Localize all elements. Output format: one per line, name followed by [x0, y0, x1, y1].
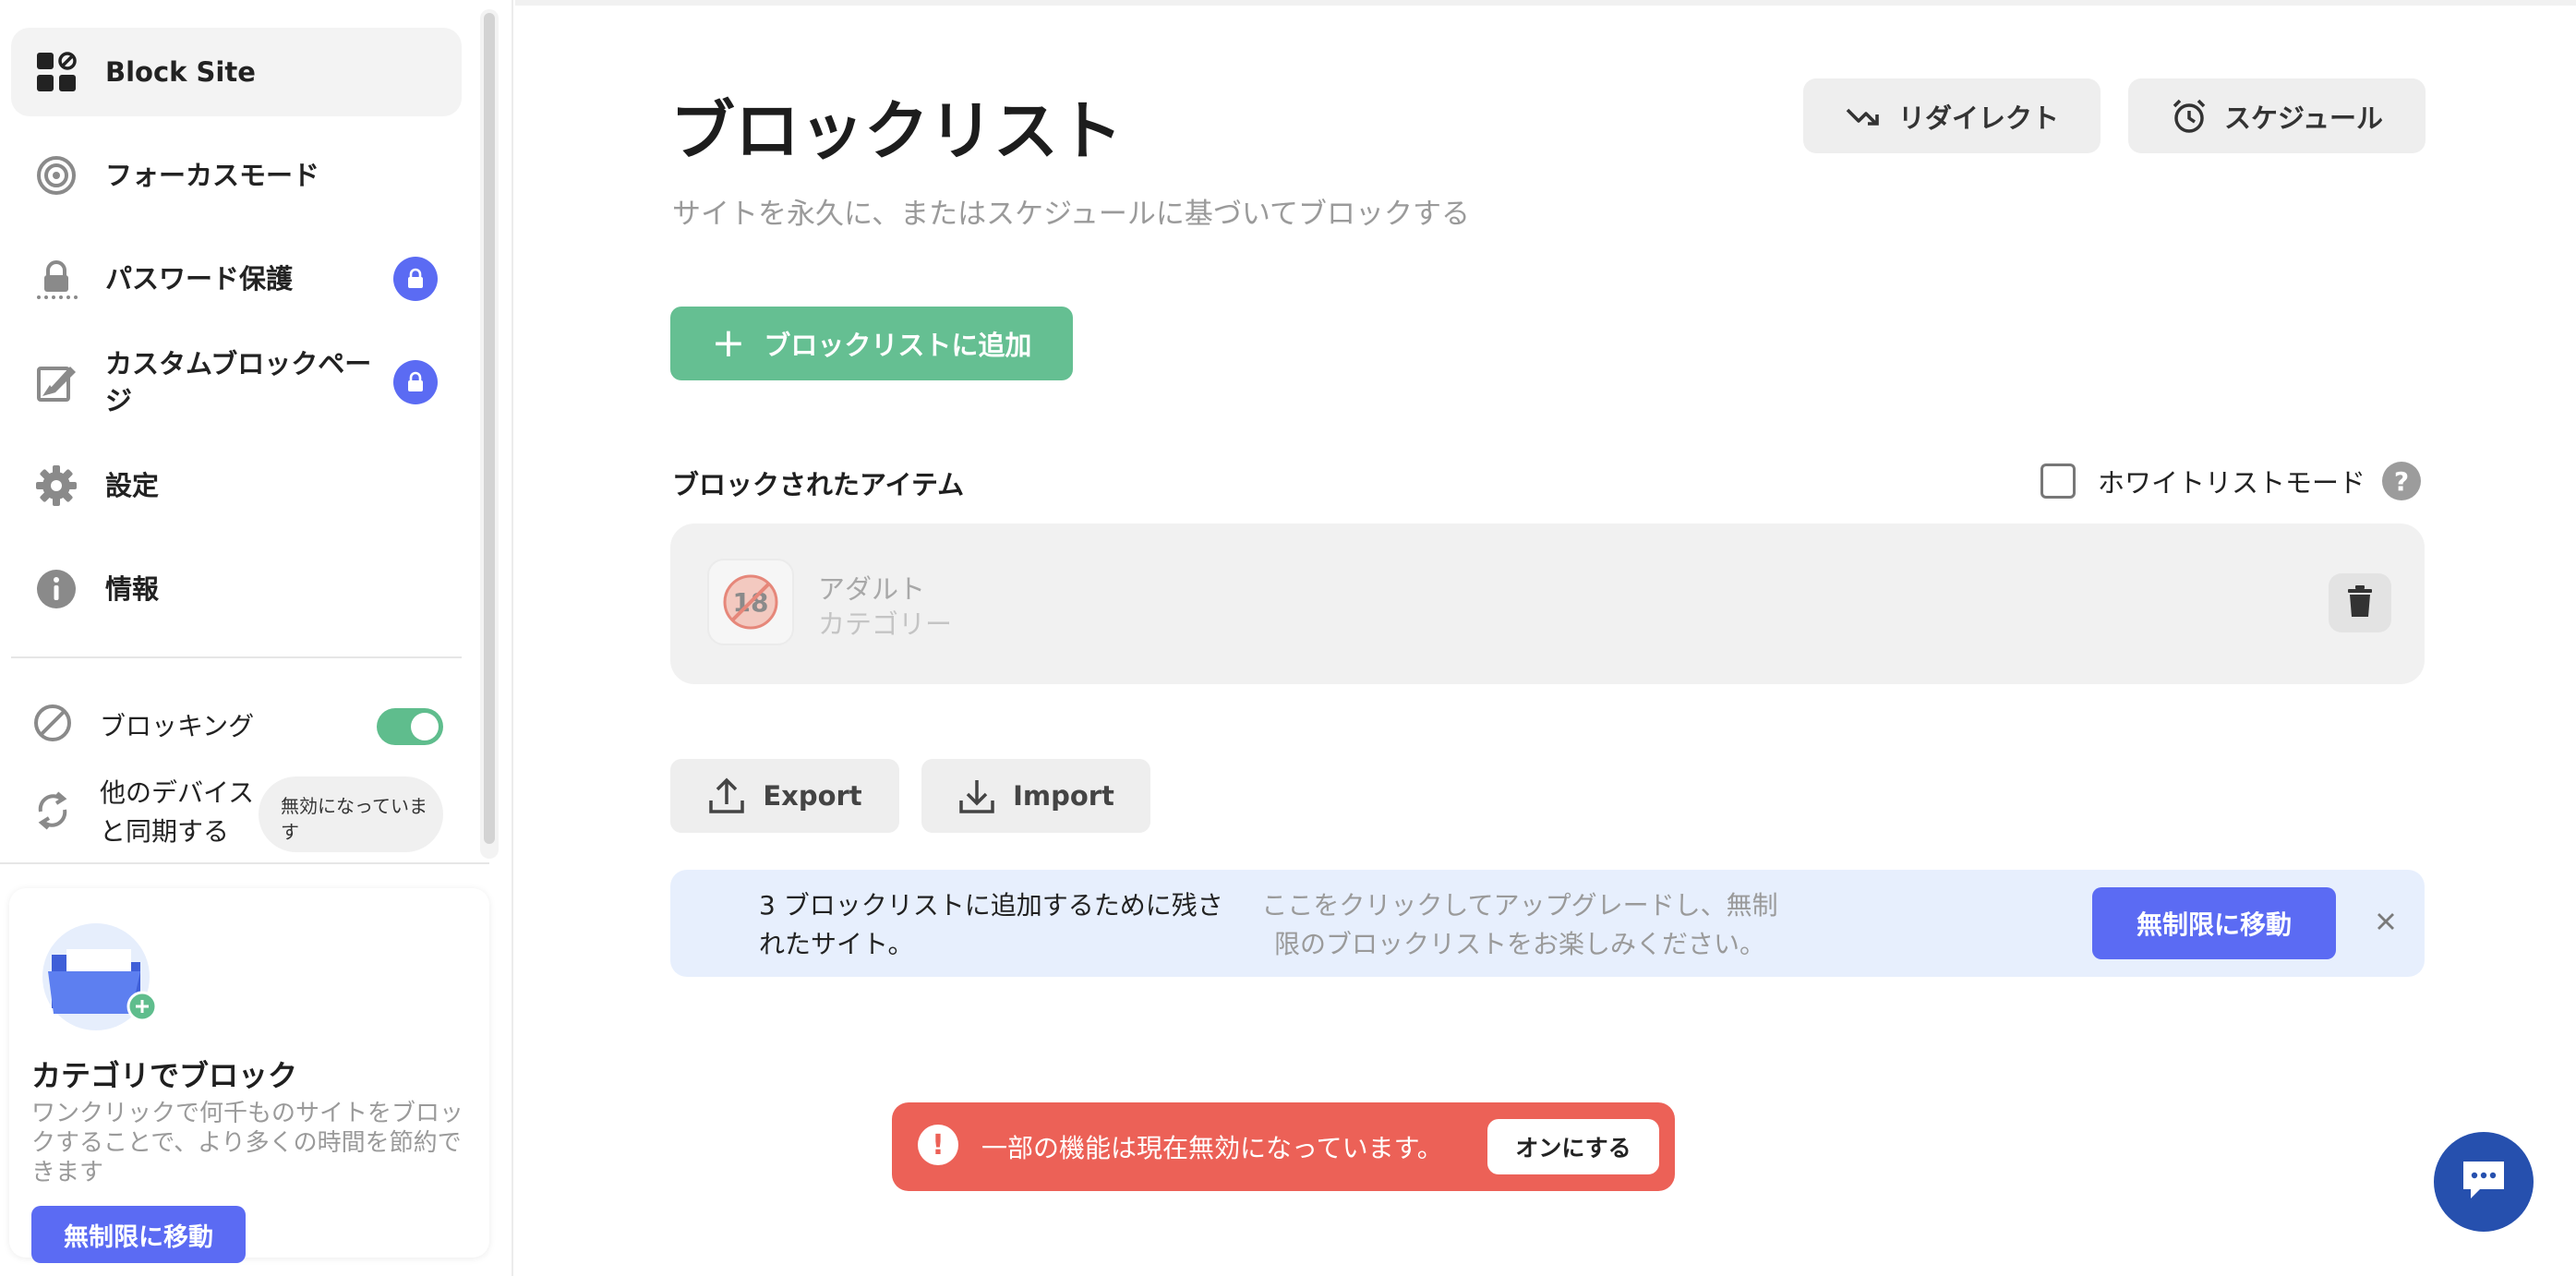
sidebar-item-label: 情報	[105, 573, 160, 605]
alarm-clock-icon	[2171, 98, 2208, 135]
info-icon	[35, 568, 78, 610]
banner-upgrade-button[interactable]: 無制限に移動	[2092, 887, 2336, 959]
sidebar-item-block-site[interactable]: Block Site	[11, 28, 462, 116]
toggle-knob	[411, 713, 439, 740]
plus-icon: +	[711, 319, 746, 367]
blocked-item-card: 18 アダルト カテゴリー	[670, 524, 2425, 684]
sidebar-item-label: Block Site	[105, 56, 256, 88]
gear-icon	[35, 464, 78, 507]
add-to-blocklist-label: ブロックリストに追加	[764, 330, 1032, 361]
whitelist-mode-checkbox[interactable]	[2040, 463, 2076, 499]
upgrade-prompt-text[interactable]: ここをクリックしてアップグレードし、無制限のブロックリストをお楽しみください。	[1252, 886, 1788, 964]
whitelist-mode-label: ホワイトリストモード	[2098, 467, 2366, 499]
trash-icon	[2346, 584, 2374, 621]
sidebar-item-label: パスワード保護	[105, 263, 294, 295]
sync-icon	[33, 789, 72, 836]
promo-upgrade-button[interactable]: 無制限に移動	[31, 1206, 246, 1263]
import-label: Import	[1013, 780, 1114, 812]
sync-row: 他のデバイスと同期する 無効になっています	[33, 771, 443, 854]
sidebar: Block Site フォーカスモード パスワード保護 カスタムブロックページ …	[0, 0, 513, 1276]
disabled-features-alert: ! 一部の機能は現在無効になっています。 オンにする	[892, 1102, 1675, 1191]
redirect-label: リダイレクト	[1897, 102, 2059, 134]
block-site-logo-icon	[35, 51, 78, 93]
sidebar-bottom-divider	[0, 862, 489, 864]
export-label: Export	[763, 780, 862, 812]
sidebar-scrollbar[interactable]	[484, 13, 495, 844]
sidebar-divider	[11, 656, 462, 658]
upgrade-banner: 3 ブロックリストに追加するために残されたサイト。 ここをクリックしてアップグレ…	[670, 870, 2425, 977]
promo-description: ワンクリックで何千ものサイトをブロックすることで、より多くの時間を節約できます	[31, 1100, 464, 1186]
chat-bubble-icon	[2460, 1158, 2508, 1206]
exclamation-icon: !	[918, 1125, 958, 1165]
blocking-disabled-icon	[33, 704, 72, 746]
schedule-label: スケジュール	[2224, 102, 2383, 134]
page-title: ブロックリスト	[670, 93, 1123, 169]
adult-18-icon: 18	[707, 559, 794, 645]
promo-title: カテゴリでブロック	[31, 1058, 298, 1093]
sidebar-item-info[interactable]: 情報	[11, 545, 462, 633]
edit-page-icon	[35, 361, 78, 403]
alert-message: 一部の機能は現在無効になっています。	[981, 1133, 1443, 1163]
chat-button[interactable]	[2434, 1132, 2534, 1232]
blocked-items-title: ブロックされたアイテム	[672, 469, 965, 500]
blocking-toggle[interactable]	[377, 708, 443, 745]
close-icon[interactable]	[2367, 903, 2404, 940]
page-subtitle: サイトを永久に、またはスケジュールに基づいてブロックする	[672, 198, 1470, 231]
password-lock-icon	[35, 258, 78, 300]
blocking-label: ブロッキング	[100, 711, 255, 741]
folder-add-icon	[41, 921, 170, 1032]
sidebar-item-focus-mode[interactable]: フォーカスモード	[11, 131, 462, 220]
category-block-promo-card: カテゴリでブロック ワンクリックで何千ものサイトをブロックすることで、より多くの…	[9, 888, 489, 1263]
sync-status-badge[interactable]: 無効になっています	[259, 776, 443, 852]
sidebar-item-custom-block-page[interactable]: カスタムブロックページ	[11, 338, 462, 427]
blocking-toggle-row: ブロッキング	[33, 697, 443, 752]
sync-label: 他のデバイスと同期する	[100, 777, 255, 847]
sidebar-nav: Block Site フォーカスモード パスワード保護 カスタムブロックページ …	[11, 28, 462, 648]
delete-item-button[interactable]	[2329, 573, 2391, 632]
sidebar-item-settings[interactable]: 設定	[11, 441, 462, 530]
turn-on-button[interactable]: オンにする	[1487, 1119, 1659, 1174]
blocked-item-name: アダルト	[818, 573, 926, 605]
export-button[interactable]: Export	[670, 759, 899, 833]
add-to-blocklist-button[interactable]: + ブロックリストに追加	[670, 307, 1073, 380]
blocked-item-type: カテゴリー	[818, 608, 953, 640]
sites-remaining-text: 3 ブロックリストに追加するために残されたサイト。	[759, 890, 1223, 959]
sidebar-item-password-protection[interactable]: パスワード保護	[11, 235, 462, 323]
sidebar-item-label: 設定	[105, 470, 160, 501]
help-icon[interactable]: ?	[2382, 462, 2421, 500]
target-icon	[35, 154, 78, 197]
import-button[interactable]: Import	[921, 759, 1150, 833]
download-icon	[957, 776, 996, 815]
premium-lock-icon	[393, 360, 438, 404]
schedule-button[interactable]: スケジュール	[2128, 78, 2426, 153]
redirect-arrow-icon	[1845, 102, 1882, 130]
upload-icon	[707, 776, 746, 815]
whitelist-mode-control[interactable]: ホワイトリストモード	[2040, 462, 2365, 500]
sidebar-item-label: カスタムブロックページ	[105, 348, 372, 416]
redirect-button[interactable]: リダイレクト	[1803, 78, 2101, 153]
premium-lock-icon	[393, 257, 438, 301]
top-border	[515, 0, 2576, 6]
sidebar-item-label: フォーカスモード	[105, 160, 320, 191]
